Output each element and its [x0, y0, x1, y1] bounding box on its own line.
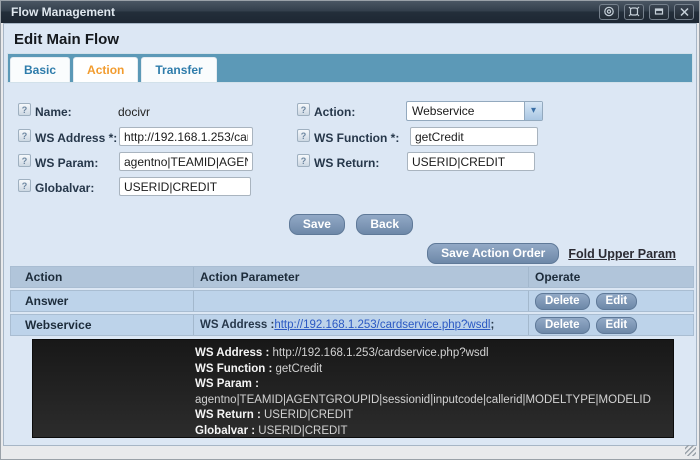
detail-value: getCredit	[275, 363, 322, 375]
detail-value: USERID|CREDIT	[258, 425, 347, 437]
fullscreen-icon	[628, 5, 640, 20]
ws-function-input[interactable]	[410, 127, 538, 146]
action-parameter-cell	[193, 291, 528, 311]
detail-line: WS Function : getCredit	[195, 362, 663, 378]
titlebar: Flow Management	[1, 1, 699, 23]
globalvar-input[interactable]	[119, 177, 251, 196]
help-icon[interactable]: ?	[297, 103, 310, 116]
fullscreen-button[interactable]	[624, 4, 644, 20]
detail-line: Globalvar : USERID|CREDIT	[195, 424, 663, 439]
ws-function-label: WS Function *:	[314, 131, 399, 145]
edit-button[interactable]: Edit	[596, 317, 638, 334]
tab-action-label: Action	[87, 63, 124, 77]
delete-button[interactable]: Delete	[535, 317, 590, 334]
save-action-order-button[interactable]: Save Action Order	[427, 243, 559, 264]
window-title: Flow Management	[1, 5, 115, 19]
ws-param-input[interactable]	[119, 152, 253, 171]
column-header-action-parameter: Action Parameter	[193, 267, 528, 287]
action-parameter-cell: WS Address : http://192.168.1.253/cardse…	[193, 315, 528, 335]
detail-line: agentno|TEAMID|AGENTGROUPID|sessionid|in…	[195, 393, 663, 409]
help-icon[interactable]: ?	[18, 154, 31, 167]
order-controls: Save Action Order Fold Upper Param	[427, 243, 676, 264]
flow-management-window: Flow Management	[0, 0, 700, 460]
detail-label: WS Param :	[195, 378, 259, 390]
ws-address-param-label: WS Address :	[200, 319, 274, 331]
action-detail-panel: WS Address : http://192.168.1.253/cardse…	[32, 339, 674, 438]
tab-basic[interactable]: Basic	[10, 57, 70, 82]
tab-action[interactable]: Action	[73, 57, 138, 82]
detail-line: WS Address : http://192.168.1.253/cardse…	[195, 346, 663, 362]
page-title: Edit Main Flow	[14, 31, 119, 48]
detail-line: WS Param :	[195, 377, 663, 393]
table-header-row: Action Action Parameter Operate	[10, 266, 694, 288]
table-row-answer: Answer Delete Edit	[10, 290, 694, 312]
ws-return-input[interactable]	[407, 152, 535, 171]
actions-table: Action Action Parameter Operate Answer D…	[10, 266, 694, 338]
detail-label: WS Function :	[195, 363, 275, 375]
close-button[interactable]	[674, 4, 694, 20]
action-label: Action:	[314, 105, 355, 119]
detail-label: WS Address :	[195, 347, 273, 359]
table-row-webservice: Webservice WS Address : http://192.168.1…	[10, 314, 694, 336]
detail-line: WS Return : USERID|CREDIT	[195, 408, 663, 424]
action-select[interactable]: Webservice ▾	[406, 101, 543, 121]
close-icon	[679, 5, 690, 20]
help-icon[interactable]: ?	[18, 103, 31, 116]
action-cell: Webservice	[11, 315, 193, 335]
chevron-down-icon: ▾	[524, 102, 542, 120]
detail-label: Globalvar :	[195, 425, 258, 437]
action-cell: Answer	[11, 291, 193, 311]
ws-address-input[interactable]	[119, 127, 253, 146]
help-icon[interactable]: ?	[297, 129, 310, 142]
save-button[interactable]: Save	[289, 214, 345, 235]
globalvar-label: Globalvar:	[35, 181, 94, 195]
back-button[interactable]: Back	[356, 214, 413, 235]
ws-address-param-suffix: ;	[490, 319, 494, 331]
tab-basic-label: Basic	[24, 63, 56, 77]
resize-grip[interactable]	[685, 445, 696, 456]
help-icon[interactable]: ?	[297, 154, 310, 167]
operate-cell: Delete Edit	[528, 315, 693, 335]
operate-cell: Delete Edit	[528, 291, 693, 311]
ws-address-label: WS Address *:	[35, 131, 117, 145]
ws-address-link[interactable]: http://192.168.1.253/cardservice.php?wsd…	[274, 319, 490, 331]
tab-bar: Basic Action Transfer	[7, 53, 693, 83]
ws-return-label: WS Return:	[314, 156, 379, 170]
tab-transfer[interactable]: Transfer	[141, 57, 216, 82]
delete-button[interactable]: Delete	[535, 293, 590, 310]
detail-label: WS Return :	[195, 409, 264, 421]
restore-icon	[603, 5, 615, 20]
help-icon[interactable]: ?	[18, 179, 31, 192]
detail-value: USERID|CREDIT	[264, 409, 353, 421]
edit-button[interactable]: Edit	[596, 293, 638, 310]
column-header-action: Action	[11, 267, 193, 287]
help-icon[interactable]: ?	[18, 129, 31, 142]
action-select-value: Webservice	[407, 104, 524, 118]
minimize-button[interactable]	[649, 4, 669, 20]
tab-transfer-label: Transfer	[155, 63, 202, 77]
name-label: Name:	[35, 105, 72, 119]
form-buttons: Save Back	[4, 214, 698, 235]
minimize-icon	[653, 5, 665, 20]
fold-upper-param-link[interactable]: Fold Upper Param	[568, 247, 676, 261]
detail-value: agentno|TEAMID|AGENTGROUPID|sessionid|in…	[195, 394, 651, 406]
restore-button[interactable]	[599, 4, 619, 20]
ws-param-label: WS Param:	[35, 156, 98, 170]
detail-value: http://192.168.1.253/cardservice.php?wsd…	[273, 347, 489, 359]
window-controls	[599, 4, 694, 20]
column-header-operate: Operate	[528, 267, 693, 287]
name-value: docivr	[118, 105, 150, 119]
content-panel: Edit Main Flow Basic Action Transfer ? N…	[3, 23, 697, 446]
